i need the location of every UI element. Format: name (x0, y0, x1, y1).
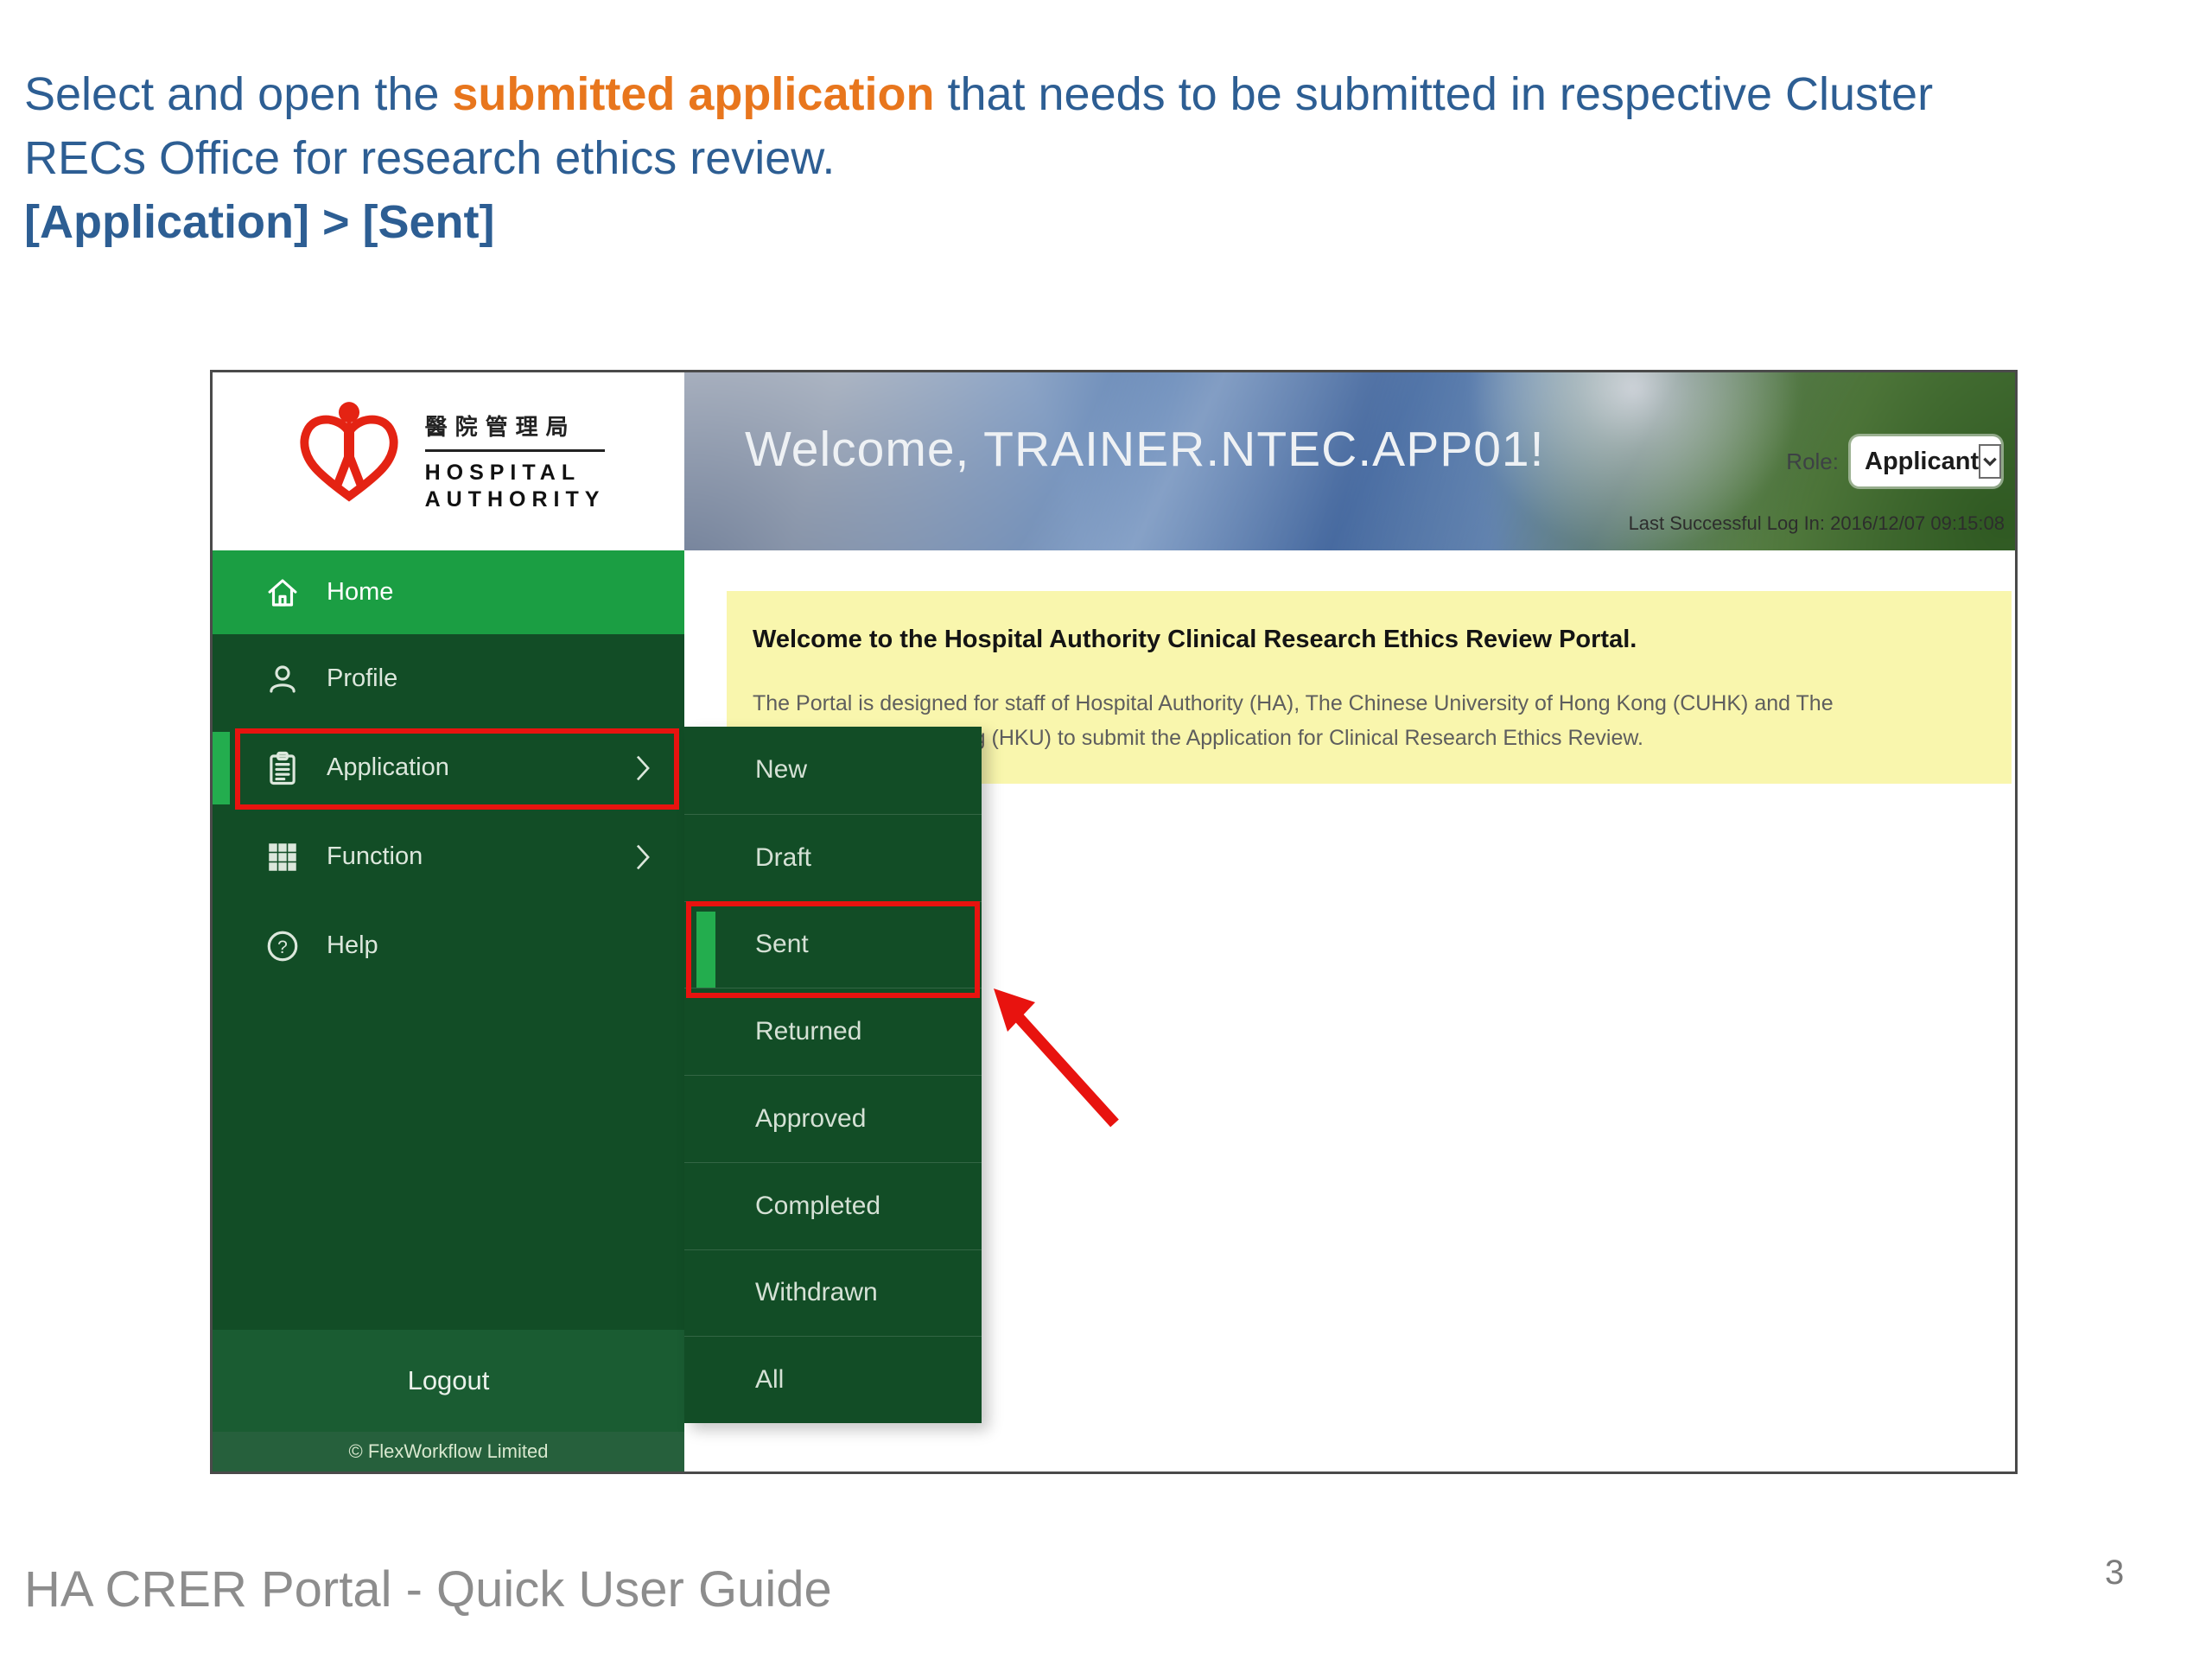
application-submenu: New Draft Sent Returned Approved Complet… (684, 727, 982, 1423)
portal-screenshot: 醫院管理局 HOSPITAL AUTHORITY Welcome, TRAINE… (210, 370, 2018, 1474)
submenu-item-withdrawn[interactable]: Withdrawn (684, 1249, 982, 1337)
sent-highlight-box (686, 901, 980, 998)
submenu-item-label: New (755, 755, 808, 785)
submenu-item-draft[interactable]: Draft (684, 813, 982, 901)
submenu-item-returned[interactable]: Returned (684, 988, 982, 1075)
instruction-post: that needs to be submitted in respective… (934, 68, 1934, 120)
role-label: Role: (1786, 448, 1839, 474)
breadcrumb-path: [Application] > [Sent] (24, 196, 495, 248)
sidebar-item-function[interactable]: Function (213, 812, 684, 901)
page-number: 3 (2105, 1554, 2125, 1592)
logo-text: 醫院管理局 HOSPITAL AUTHORITY (424, 410, 606, 513)
welcome-heading: Welcome, TRAINER.NTEC.APP01! (745, 422, 1545, 477)
home-icon (268, 578, 297, 607)
hospital-authority-logo-icon (300, 402, 398, 502)
submenu-item-label: All (755, 1365, 785, 1395)
person-icon (270, 664, 296, 693)
logo-area: 醫院管理局 HOSPITAL AUTHORITY (213, 372, 684, 550)
sidebar-copyright: © FlexWorkflow Limited (213, 1432, 684, 1471)
sidebar-item-label: Home (327, 578, 394, 606)
sidebar-nav: Home Profile Application Function ? Help… (213, 550, 684, 1471)
instruction-line-1: Select and open the submitted applicatio… (24, 62, 2193, 126)
submenu-item-label: Completed (755, 1191, 881, 1220)
submenu-item-label: Approved (755, 1103, 867, 1133)
grid-icon (269, 842, 296, 871)
logout-label: Logout (407, 1365, 490, 1395)
application-active-accent (213, 732, 230, 804)
sidebar-item-profile[interactable]: Profile (213, 634, 684, 723)
last-login-text: Last Successful Log In: 2016/12/07 09:15… (1628, 512, 2005, 534)
chevron-down-icon (1983, 457, 1997, 467)
submenu-item-new[interactable]: New (684, 727, 982, 814)
header-banner: Welcome, TRAINER.NTEC.APP01! Role: Appli… (684, 372, 2015, 550)
sidebar-item-label: Help (327, 931, 378, 959)
submenu-item-label: Returned (755, 1017, 862, 1046)
dropdown-arrow-box[interactable] (1979, 444, 2002, 479)
slide-caption: HA CRER Portal - Quick User Guide (24, 1561, 832, 1618)
application-highlight-box (235, 728, 679, 810)
submenu-item-label: Draft (755, 842, 812, 872)
welcome-box-body-line1: The Portal is designed for staff of Hosp… (753, 691, 1834, 715)
submenu-item-completed[interactable]: Completed (684, 1161, 982, 1249)
sidebar-item-home[interactable]: Home (213, 550, 684, 634)
sidebar-item-help[interactable]: ? Help (213, 901, 684, 990)
role-dropdown-value: Applicant (1865, 447, 1980, 475)
logo-chinese-text: 醫院管理局 (424, 410, 606, 452)
logo-english-line1: HOSPITAL (424, 461, 582, 485)
role-row: Role: Applicant (1786, 436, 2002, 486)
instruction-text: Select and open the submitted applicatio… (24, 62, 2193, 254)
svg-text:?: ? (277, 937, 288, 957)
sidebar-item-label: Profile (327, 664, 398, 692)
question-icon: ? (267, 931, 298, 961)
submenu-item-label: Withdrawn (755, 1278, 878, 1307)
instruction-pre: Select and open the (24, 68, 453, 120)
copyright-text: © FlexWorkflow Limited (348, 1440, 549, 1462)
instruction-highlight: submitted application (452, 68, 935, 120)
role-dropdown[interactable]: Applicant (1851, 436, 2002, 486)
submenu-item-all[interactable]: All (684, 1336, 982, 1423)
slide: Select and open the submitted applicatio… (0, 0, 2212, 1659)
submenu-item-approved[interactable]: Approved (684, 1075, 982, 1162)
logout-button[interactable]: Logout (213, 1330, 684, 1432)
annotation-arrow-icon (994, 988, 1119, 1128)
instruction-line-2: RECs Office for research ethics review. (24, 132, 836, 184)
chevron-right-icon (636, 844, 650, 869)
logo-english-line2: AUTHORITY (424, 487, 606, 512)
sidebar-item-label: Function (327, 842, 423, 870)
welcome-box-title: Welcome to the Hospital Authority Clinic… (753, 626, 1637, 653)
